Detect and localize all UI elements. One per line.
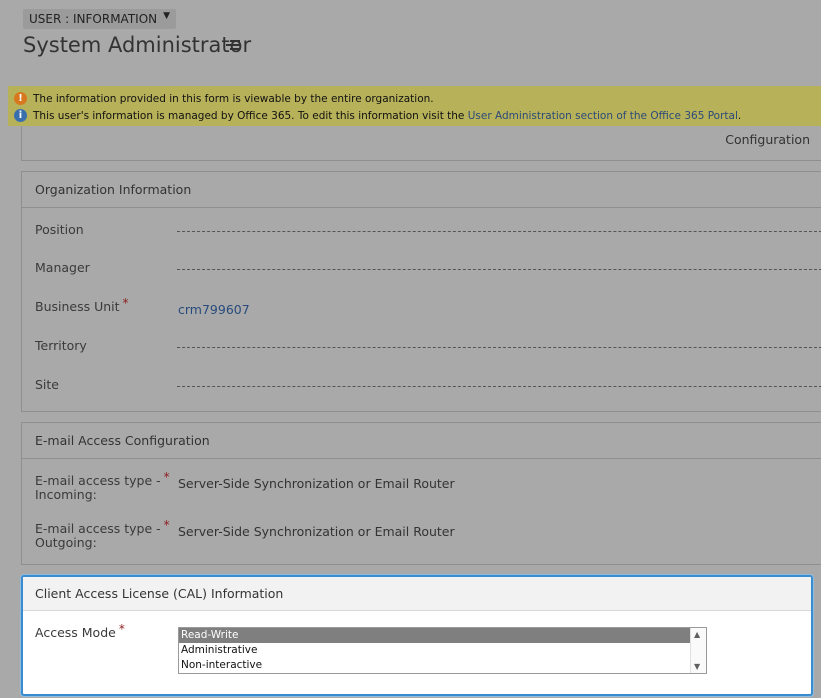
info-icon: i xyxy=(14,109,27,122)
section-title: Client Access License (CAL) Information xyxy=(23,577,811,611)
warning-text: The information provided in this form is… xyxy=(33,92,434,105)
form-body[interactable]: Configuration Organization Information P… xyxy=(0,126,821,698)
business-unit-value[interactable]: crm799607 xyxy=(178,302,250,317)
email-access-configuration-section: E-mail Access Configuration E-mail acces… xyxy=(21,422,821,565)
position-field[interactable] xyxy=(177,231,821,232)
previous-section-label: Configuration xyxy=(725,132,810,147)
list-menu-icon[interactable] xyxy=(226,40,240,51)
record-title: System Administrator xyxy=(23,33,252,57)
email-outgoing-label-line2: Outgoing: xyxy=(35,535,97,550)
access-mode-option-non-interactive[interactable]: Non-interactive xyxy=(179,658,690,673)
required-indicator: * xyxy=(122,296,129,310)
page-header: USER : INFORMATION ▼ System Administrato… xyxy=(0,0,821,86)
section-title: E-mail Access Configuration xyxy=(22,423,821,459)
email-outgoing-label-line1: E-mail access type - xyxy=(35,521,161,536)
office365-admin-link[interactable]: User Administration section of the Offic… xyxy=(468,110,738,122)
position-label: Position xyxy=(35,222,84,237)
email-incoming-value[interactable]: Server-Side Synchronization or Email Rou… xyxy=(178,476,455,491)
warning-icon: ! xyxy=(14,92,27,105)
required-indicator: * xyxy=(163,518,170,532)
form-selector-label: USER : INFORMATION xyxy=(29,12,158,26)
required-indicator: * xyxy=(163,470,170,484)
listbox-scrollbar[interactable]: ▲ ▼ xyxy=(690,628,706,673)
caret-down-icon: ▼ xyxy=(163,11,171,21)
scroll-down-icon[interactable]: ▼ xyxy=(694,662,700,671)
cal-information-section: Client Access License (CAL) Information … xyxy=(21,575,813,696)
territory-field[interactable] xyxy=(177,347,821,348)
access-mode-listbox[interactable]: Read-Write Administrative Non-interactiv… xyxy=(178,627,707,674)
business-unit-label-wrap: Business Unit * xyxy=(35,296,129,314)
info-notification: i This user's information is managed by … xyxy=(14,109,741,122)
scroll-up-icon[interactable]: ▲ xyxy=(694,630,700,639)
access-mode-label: Access Mode xyxy=(35,625,116,640)
site-label: Site xyxy=(35,377,59,392)
warning-notification: ! The information provided in this form … xyxy=(14,92,434,105)
notification-bar: ! The information provided in this form … xyxy=(8,86,821,126)
email-outgoing-value[interactable]: Server-Side Synchronization or Email Rou… xyxy=(178,524,455,539)
info-text-suffix: . xyxy=(737,109,742,122)
email-incoming-label: E-mail access type - * Incoming: xyxy=(35,470,170,502)
email-outgoing-label: E-mail access type - * Outgoing: xyxy=(35,518,170,550)
business-unit-label: Business Unit xyxy=(35,299,120,314)
access-mode-option-administrative[interactable]: Administrative xyxy=(179,643,690,658)
organization-information-section: Organization Information Position Manage… xyxy=(21,171,821,412)
email-incoming-label-line2: Incoming: xyxy=(35,487,97,502)
territory-label: Territory xyxy=(35,338,87,353)
info-text-prefix: This user's information is managed by Of… xyxy=(33,109,465,122)
section-title: Organization Information xyxy=(22,172,821,208)
manager-label: Manager xyxy=(35,260,90,275)
required-indicator: * xyxy=(118,622,125,636)
manager-field[interactable] xyxy=(177,269,821,270)
access-mode-label-wrap: Access Mode * xyxy=(35,622,125,640)
email-incoming-label-line1: E-mail access type - xyxy=(35,473,161,488)
site-field[interactable] xyxy=(177,386,821,387)
access-mode-option-read-write[interactable]: Read-Write xyxy=(179,628,690,643)
form-selector[interactable]: USER : INFORMATION ▼ xyxy=(23,9,177,29)
previous-section: Configuration xyxy=(21,126,821,161)
